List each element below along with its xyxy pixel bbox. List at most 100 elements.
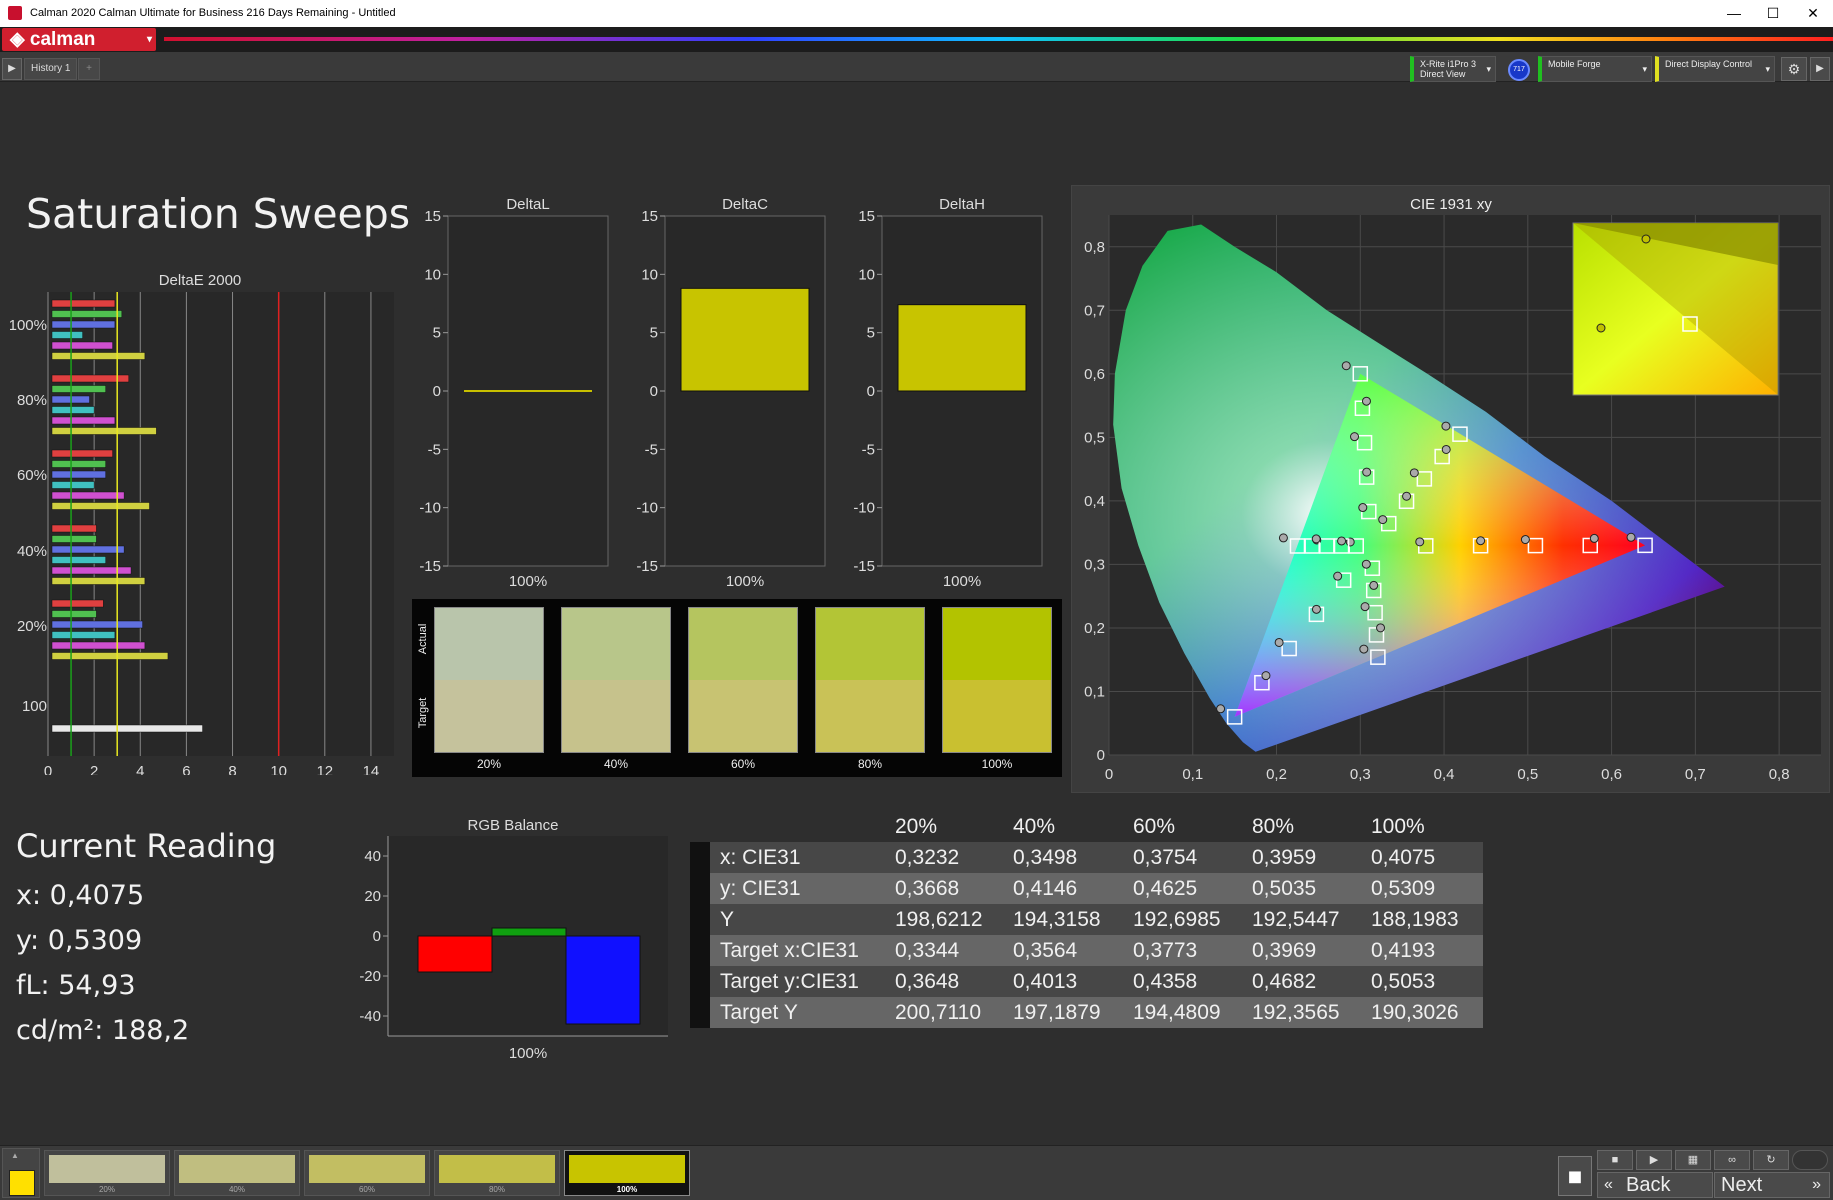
bottom-swatch-color — [49, 1155, 165, 1183]
cie-y-tick: 0,5 — [1084, 429, 1105, 446]
back-button[interactable]: « Back — [1597, 1172, 1713, 1198]
deltae-title: DeltaE 2000 — [159, 272, 242, 289]
table-row: Target x:CIE31 0,3344 0,3564 0,3773 0,3969 0,… — [710, 935, 1483, 966]
cie-measured-point — [1358, 503, 1368, 513]
delta-y-tick: 10 — [641, 266, 658, 283]
table-header-cell: 80% — [1252, 815, 1295, 838]
calman-logo-menu[interactable]: ◈ calman ▾ — [2, 28, 156, 51]
deltae-x-tick: 2 — [90, 763, 98, 775]
deltae-x-tick: 8 — [228, 763, 236, 775]
gear-icon[interactable]: ⚙ — [1781, 57, 1807, 81]
table-row: Target y:CIE31 0,3648 0,4013 0,4358 0,4682 0,… — [710, 966, 1483, 997]
deltae-bar — [51, 320, 116, 329]
cie-y-tick: 0,3 — [1084, 556, 1105, 573]
next-label: Next — [1721, 1174, 1763, 1196]
collapse-right-icon[interactable]: ▶ — [1810, 57, 1830, 81]
cie-measured-point — [1626, 532, 1636, 542]
play-icon[interactable]: ▶ — [2, 58, 22, 80]
meter-name: X-Rite i1Pro 3 — [1420, 59, 1477, 69]
table-cell: 0,3344 — [895, 939, 960, 962]
deltae-row-label: 60% — [17, 467, 47, 484]
table-row: y: CIE31 0,3668 0,4146 0,4625 0,5035 0,5309 — [710, 873, 1483, 904]
next-button[interactable]: Next » — [1714, 1172, 1830, 1198]
delta-chart-title: DeltaH — [939, 196, 985, 213]
cie-measured-point — [1441, 444, 1451, 454]
swatch-target — [435, 680, 543, 752]
table-header-cell: 60% — [1133, 815, 1176, 838]
stop-icon[interactable]: ■ — [1597, 1150, 1633, 1170]
cie-measured-point — [1402, 491, 1412, 501]
rgb-bar-g — [491, 927, 567, 937]
bottom-swatch[interactable]: 20% — [44, 1150, 170, 1196]
back-icon: « — [1604, 1176, 1613, 1193]
bottom-swatch-color — [309, 1155, 425, 1183]
table-row-label: Target Y — [720, 1001, 798, 1024]
stop-button[interactable]: ◼ — [1558, 1156, 1592, 1196]
table-cell: 0,4682 — [1252, 970, 1317, 993]
rgb-bar-b — [565, 935, 641, 1025]
bottom-swatch[interactable]: 80% — [434, 1150, 560, 1196]
window-titlebar: Calman 2020 Calman Ultimate for Business… — [0, 0, 1833, 27]
chevron-down-icon: ▾ — [1642, 64, 1647, 74]
bottom-swatch[interactable]: 40% — [174, 1150, 300, 1196]
refresh-icon[interactable]: ↻ — [1753, 1150, 1789, 1170]
deltae-bar — [51, 460, 106, 468]
bottom-swatch-color — [179, 1155, 295, 1183]
target-label-wrap: Target — [414, 681, 432, 751]
current-color-panel[interactable]: ▲ — [2, 1148, 40, 1198]
delta-y-tick: 0 — [867, 383, 875, 400]
deltae-bar — [51, 491, 125, 500]
table-cell: 198,6212 — [895, 908, 983, 931]
meter-badge[interactable]: 717 — [1508, 59, 1530, 81]
cie-y-tick: 0,8 — [1084, 239, 1105, 256]
source-name: Mobile Forge — [1548, 59, 1601, 69]
table-cell: 0,3648 — [895, 970, 960, 993]
source-selector[interactable]: Mobile Forge ▾ — [1538, 56, 1652, 82]
rgb-y-tick: -20 — [359, 968, 381, 985]
tab-history-1[interactable]: History 1 — [24, 58, 78, 80]
delta-y-tick: 0 — [433, 383, 441, 400]
deltae-bar — [51, 641, 146, 650]
table-cell: 197,1879 — [1013, 1001, 1101, 1024]
deltae-row-label: 80% — [17, 392, 47, 409]
table-cell: 192,6985 — [1133, 908, 1221, 931]
actual-label: Actual — [417, 623, 429, 655]
rgb-balance-chart: RGB Balance 40 20 0 -20 -40 100% — [359, 817, 668, 1062]
deltae-x-tick: 10 — [270, 763, 287, 775]
deltae-plot-bg — [48, 292, 394, 756]
play-icon[interactable]: ▶ — [1636, 1150, 1672, 1170]
swatch-target — [689, 680, 797, 752]
rgb-y-tick: 20 — [364, 888, 381, 905]
cie-measured-point — [1359, 644, 1369, 654]
deltae-bar — [51, 299, 116, 308]
window-title: Calman 2020 Calman Ultimate for Business… — [30, 7, 396, 19]
table-cell: 0,3773 — [1133, 939, 1198, 962]
close-button[interactable]: ✕ — [1790, 0, 1833, 27]
bottom-swatch[interactable]: 60% — [304, 1150, 430, 1196]
cie-measured-point — [1261, 671, 1271, 681]
display-selector[interactable]: Direct Display Control ▾ — [1655, 56, 1775, 82]
cie-y-tick: 0,7 — [1084, 302, 1105, 319]
swatch-target — [562, 680, 670, 752]
delta-y-tick: 5 — [867, 325, 875, 342]
deltae-bar — [51, 352, 146, 360]
record-icon[interactable]: ▦ — [1675, 1150, 1711, 1170]
delta-x-label: 100% — [726, 573, 764, 590]
deltae-bar — [51, 416, 116, 425]
delta-y-tick: 5 — [433, 325, 441, 342]
cie-x-tick: 0,8 — [1769, 766, 1790, 783]
deltae-bar — [51, 481, 95, 489]
delta-chart-title: DeltaL — [506, 196, 549, 213]
deltae-bar — [51, 331, 83, 339]
swatch-cell — [434, 607, 544, 753]
loop-icon[interactable]: ∞ — [1714, 1150, 1750, 1170]
meter-selector[interactable]: X-Rite i1Pro 3 Direct View ▾ — [1410, 56, 1496, 82]
status-indicator — [1792, 1150, 1828, 1170]
deltae-x-tick: 6 — [182, 763, 190, 775]
bottom-swatch[interactable]: 100% — [564, 1150, 690, 1196]
add-tab-button[interactable]: + — [78, 58, 100, 80]
swatch-cell — [942, 607, 1052, 753]
cie-x-tick: 0,1 — [1182, 766, 1203, 783]
cie-measured-point — [1278, 533, 1288, 543]
swatch-cell — [688, 607, 798, 753]
